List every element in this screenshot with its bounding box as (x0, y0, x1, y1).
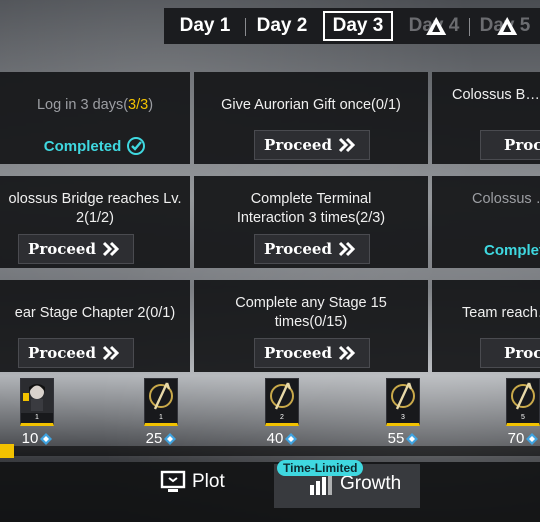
proceed-button[interactable]: Proceed (254, 234, 370, 264)
reward-count: 5 (521, 414, 525, 421)
diamond-icon (526, 432, 539, 445)
day-tabs: Day 1 Day 2 Day 3 Day 4 Day 5 (164, 8, 540, 44)
mission-card: Team reach… Proceed (432, 280, 540, 372)
chevron-right-icon (102, 241, 120, 257)
tab-label: Day 2 (256, 15, 308, 36)
proceed-button[interactable]: Proceed (254, 130, 370, 160)
reward-count: 3 (401, 414, 405, 421)
mission-card: Complete Terminal Interaction 3 times(2/… (194, 176, 428, 268)
reward-item[interactable]: 3 55 (376, 378, 430, 447)
mission-card: Colossus … Prisms Complete (432, 176, 540, 268)
reward-item[interactable]: 1 10 (10, 378, 64, 447)
gold-spear-icon (149, 382, 173, 410)
reward-count: 2 (280, 414, 284, 421)
reward-points: 10 (10, 430, 64, 447)
reward-item[interactable]: 2 40 (255, 378, 309, 447)
monitor-icon (160, 470, 186, 492)
lock-icon (497, 17, 518, 35)
reward-points: 40 (255, 430, 309, 447)
proceed-button[interactable]: Proceed (18, 338, 134, 368)
reward-item[interactable]: 5 70 (496, 378, 540, 447)
growth-button[interactable]: Growth (308, 473, 401, 495)
tab-day-3[interactable]: Day 3 (318, 8, 398, 44)
mission-title: Log in 3 days(3/3) (36, 97, 154, 113)
proceed-button[interactable]: Proceed (480, 130, 540, 160)
mission-title: Complete Terminal Interaction 3 times(2/… (236, 191, 386, 226)
chevron-right-icon (338, 137, 356, 153)
bottom-nav (0, 462, 540, 522)
chevron-right-icon (338, 345, 356, 361)
plot-label: Plot (192, 471, 225, 492)
diamond-icon (285, 432, 298, 445)
diamond-icon (40, 432, 53, 445)
proceed-button[interactable]: Proceed (254, 338, 370, 368)
tab-day-4[interactable]: Day 4 (398, 8, 470, 44)
gold-spear-icon (391, 382, 415, 410)
chevron-right-icon (338, 241, 356, 257)
mission-card: olossus Bridge reaches Lv. 2(1/2) Procee… (0, 176, 190, 268)
mission-title: ear Stage Chapter 2(0/1) (14, 305, 176, 321)
mission-card: Give Aurorian Gift once(0/1) Proceed (194, 72, 428, 164)
reward-points: 55 (376, 430, 430, 447)
reward-item[interactable]: 1 25 (134, 378, 188, 447)
reward-points: 25 (134, 430, 188, 447)
mission-card: Complete any Stage 15 times(0/15) Procee… (194, 280, 428, 372)
mission-title: Colossus … Prisms (472, 191, 540, 207)
tab-day-2[interactable]: Day 2 (246, 8, 318, 44)
gold-spear-icon (270, 382, 294, 410)
checkmark-icon (127, 137, 146, 155)
character-portrait-icon (21, 379, 53, 413)
mission-card: ear Stage Chapter 2(0/1) Proceed (0, 280, 190, 372)
diamond-icon (406, 432, 419, 445)
mission-title: Team reach… (462, 305, 540, 321)
tab-label: Day 3 (322, 11, 394, 41)
mission-card: Colossus B… Cafe Proceed (432, 72, 540, 164)
growth-label: Growth (340, 473, 402, 494)
tab-label: Day 1 (179, 15, 231, 36)
proceed-button[interactable]: Proceed (480, 338, 540, 368)
time-limited-badge: Time-Limited (277, 460, 364, 476)
gold-spear-icon (511, 382, 535, 410)
completed-status: Completed (0, 136, 190, 156)
mission-title: Give Aurorian Gift once(0/1) (221, 97, 401, 113)
mission-title: olossus Bridge reaches Lv. 2(1/2) (8, 191, 182, 226)
lock-icon (426, 17, 447, 35)
chevron-right-icon (102, 345, 120, 361)
proceed-button[interactable]: Proceed (18, 234, 134, 264)
mission-title: Colossus B… Cafe (452, 87, 540, 103)
mission-card: Log in 3 days(3/3) Completed (0, 72, 190, 164)
diamond-icon (164, 432, 177, 445)
reward-points: 70 (496, 430, 540, 447)
plot-button[interactable]: Plot (160, 470, 225, 494)
tab-day-1[interactable]: Day 1 (164, 8, 246, 44)
mission-title: Complete any Stage 15 times(0/15) (235, 295, 387, 330)
reward-count: 1 (159, 414, 163, 421)
reward-count: 1 (35, 414, 39, 421)
tab-day-5[interactable]: Day 5 (470, 8, 540, 44)
bar-chart-icon (310, 473, 332, 495)
completed-status: Complete (484, 242, 540, 259)
